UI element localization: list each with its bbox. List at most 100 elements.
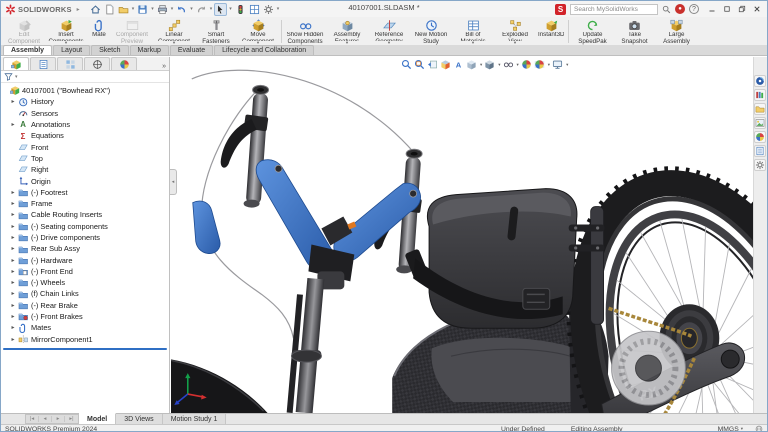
solidworks-forum-icon[interactable]	[754, 159, 766, 171]
reference-geometry-button[interactable]: Reference Geometry▾	[368, 18, 410, 45]
panel-tab-dimxpertmanager[interactable]	[84, 57, 110, 70]
brake-rotor[interactable]	[612, 331, 686, 405]
caret-icon[interactable]: ▾	[132, 6, 135, 12]
tab-lifecycle-and-collaboration[interactable]: Lifecycle and Collaboration	[214, 45, 314, 55]
tree-item-equations[interactable]: ΣEquations	[1, 130, 169, 141]
tree-item-rear-brake[interactable]: ▸(-) Rear Brake	[1, 300, 169, 311]
graphics-viewport[interactable]: A▾▾▾▾▾	[171, 57, 755, 413]
expand-arrow-icon[interactable]: ▸	[9, 268, 17, 275]
brand-caret-icon[interactable]: ▸	[77, 6, 80, 13]
new-doc-icon[interactable]	[103, 3, 116, 16]
steering-tube[interactable]	[287, 278, 325, 413]
tree-item-annotations[interactable]: ▸AAnnotations	[1, 119, 169, 130]
assembly-features-button[interactable]: Assembly Features▾	[326, 18, 368, 45]
restore-button[interactable]	[723, 0, 731, 18]
tree-item-front-end[interactable]: ▸(-) Front End	[1, 266, 169, 277]
tree-item-wheels[interactable]: ▸(-) Wheels	[1, 277, 169, 288]
help-icon[interactable]: ?	[689, 4, 699, 14]
tab-layout[interactable]: Layout	[53, 45, 90, 55]
tree-item-seating-components[interactable]: ▸(-) Seating components	[1, 221, 169, 232]
update-speedpak-subassemblies-button[interactable]: Update SpeedPak Subassemblies	[571, 18, 613, 45]
zoom-area-icon[interactable]	[414, 59, 425, 70]
expand-arrow-icon[interactable]: ▸	[9, 121, 17, 128]
tree-item-history[interactable]: ▸History	[1, 96, 169, 107]
model-canvas[interactable]: RX	[171, 57, 755, 413]
search-input[interactable]	[570, 4, 658, 15]
smart-fasteners-button[interactable]: Smart Fasteners	[195, 18, 237, 45]
caret-icon[interactable]: ▾	[498, 62, 500, 68]
minimize-button[interactable]	[708, 0, 716, 18]
linear-component-pattern-button[interactable]: Linear Component Pattern▾	[153, 18, 195, 45]
caret-icon[interactable]: ▾	[151, 6, 154, 12]
caret-icon[interactable]: ▾	[548, 62, 550, 68]
tree-root-item[interactable]: 40107001 ("Bowhead RX")	[1, 85, 169, 96]
display-style-icon[interactable]	[484, 59, 495, 70]
tree-item-front-brakes[interactable]: ▸(-) Front Brakes	[1, 311, 169, 322]
panel-tab-configurationmanager[interactable]	[57, 57, 83, 70]
expand-arrow-icon[interactable]: ▸	[9, 302, 17, 309]
expand-arrow-icon[interactable]: ▸	[9, 189, 17, 196]
undo-icon[interactable]	[175, 3, 188, 16]
panel-flyout-arrow[interactable]: »	[162, 63, 169, 70]
doc-tab-model[interactable]: Model	[79, 413, 116, 424]
panel-tab-displaymanager[interactable]	[111, 57, 137, 70]
tree-item-frame[interactable]: ▸Frame	[1, 198, 169, 209]
steering-arms[interactable]	[193, 160, 421, 271]
tab-markup[interactable]: Markup	[130, 45, 169, 55]
user-account-icon[interactable]: ●	[675, 4, 685, 14]
custom-properties-icon[interactable]	[754, 145, 766, 157]
options-gear-icon[interactable]	[262, 3, 275, 16]
panel-tab-propertymanager[interactable]	[30, 57, 56, 70]
tree-item-origin[interactable]: Origin	[1, 175, 169, 186]
appearances-icon[interactable]	[754, 131, 766, 143]
expand-arrow-icon[interactable]: ▸	[9, 245, 17, 252]
zoom-fit-icon[interactable]	[401, 59, 412, 70]
new-motion-study-button[interactable]: New Motion Study	[410, 18, 452, 45]
status-globe-icon[interactable]	[755, 425, 763, 432]
close-button[interactable]	[753, 0, 761, 18]
tree-item-front[interactable]: Front	[1, 141, 169, 152]
expand-arrow-icon[interactable]: ▸	[9, 279, 17, 286]
tree-item-cable-routing-inserts[interactable]: ▸Cable Routing Inserts	[1, 209, 169, 220]
expand-arrow-icon[interactable]: ▸	[9, 234, 17, 241]
previous-view-icon[interactable]	[427, 59, 438, 70]
tree-item-f-chain-links[interactable]: ▸(f) Chain Links	[1, 288, 169, 299]
panel-splitter-handle[interactable]: ◂	[170, 169, 177, 195]
front-wheel-arc[interactable]	[171, 358, 268, 413]
units-selector[interactable]: MMGS ▾	[718, 426, 743, 432]
tab-sketch[interactable]: Sketch	[91, 45, 128, 55]
doc-tab-motion-study-1[interactable]: Motion Study 1	[163, 414, 227, 424]
rollback-bar[interactable]	[3, 348, 167, 350]
section-view-icon[interactable]	[440, 59, 451, 70]
caret-icon[interactable]: ▾	[566, 62, 568, 68]
tree-item-mirrorcomponent1[interactable]: ▸MirrorComponent1	[1, 334, 169, 345]
bill-of-materials-button[interactable]: Bill of Materials▾	[452, 18, 494, 45]
expand-arrow-icon[interactable]: ▸	[9, 211, 17, 218]
caret-icon[interactable]: ▾	[277, 6, 280, 12]
shock-post[interactable]	[591, 207, 604, 325]
tree-item-sensors[interactable]: Sensors	[1, 108, 169, 119]
detach-button[interactable]	[738, 0, 746, 18]
select-cursor-icon[interactable]	[214, 3, 227, 16]
caret-icon[interactable]: ▾	[480, 62, 482, 68]
large-assembly-settings-button[interactable]: Large Assembly Settings	[655, 18, 697, 45]
design-library-icon[interactable]	[754, 89, 766, 101]
print-icon[interactable]	[156, 3, 169, 16]
tree-item-hardware[interactable]: ▸(-) Hardware	[1, 254, 169, 265]
caret-icon[interactable]: ▾	[190, 6, 193, 12]
exploded-view-button[interactable]: Exploded View▾	[494, 18, 536, 45]
filter-funnel-icon[interactable]	[4, 72, 13, 81]
view-settings-icon[interactable]	[552, 59, 563, 70]
expand-arrow-icon[interactable]: ▸	[9, 257, 17, 264]
expand-arrow-icon[interactable]: ▸	[9, 324, 17, 331]
doc-tab-3d-views[interactable]: 3D Views	[116, 414, 162, 424]
file-grid-icon[interactable]	[248, 3, 261, 16]
expand-arrow-icon[interactable]: ▸	[9, 336, 17, 343]
move-component-button[interactable]: Move Component▾	[237, 18, 279, 45]
expand-arrow-icon[interactable]: ▸	[9, 313, 17, 320]
file-explorer-icon[interactable]	[754, 103, 766, 115]
tab-assembly[interactable]: Assembly	[3, 45, 52, 55]
insert-components-button[interactable]: Insert Components▾	[45, 18, 87, 45]
show-hidden-components-button[interactable]: Show Hidden Components	[284, 18, 326, 45]
dynamic-annotation-icon[interactable]: A	[453, 59, 464, 70]
